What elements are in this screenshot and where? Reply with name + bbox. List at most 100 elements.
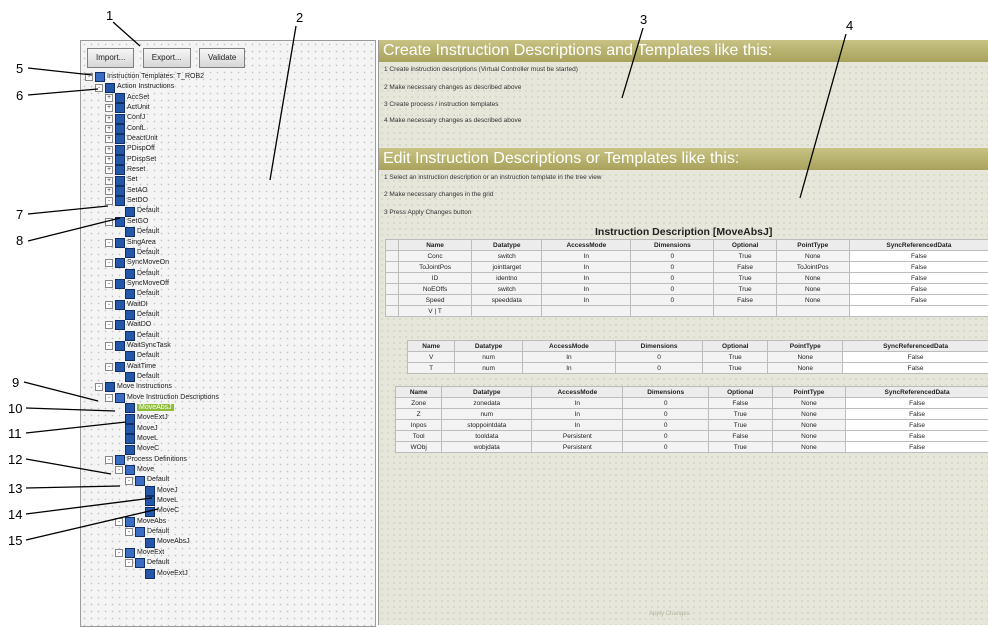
grid-column-header[interactable]: Optional <box>707 386 773 398</box>
tree-node[interactable]: - WaitDO <box>85 320 375 331</box>
expand-icon[interactable]: + <box>105 145 113 154</box>
grid-cell[interactable] <box>630 305 715 317</box>
export-button[interactable]: Export... <box>142 48 191 68</box>
tree-node[interactable]: Default <box>85 289 375 300</box>
grid-cell[interactable]: Z <box>394 408 443 420</box>
grid-cell[interactable] <box>848 305 988 317</box>
collapse-icon[interactable]: - <box>105 393 113 402</box>
tree-node[interactable]: Default <box>85 372 375 383</box>
tree-node[interactable]: - SetGO <box>85 216 375 227</box>
grid-cell[interactable]: 0 <box>630 283 715 295</box>
grid-column-header[interactable]: SyncReferencedData <box>845 386 988 398</box>
tree-node[interactable]: MoveJ <box>85 423 375 434</box>
grid-cell[interactable]: T <box>406 362 456 374</box>
grid-cell[interactable]: In <box>531 419 624 431</box>
tree-node[interactable]: MoveAbsJ <box>85 537 375 548</box>
tree-node[interactable]: + AccSet <box>85 92 375 103</box>
tree-node[interactable]: MoveL <box>85 434 375 445</box>
expand-icon[interactable]: + <box>105 155 113 164</box>
grid-cell[interactable]: True <box>702 362 769 374</box>
tree-node[interactable]: - Move <box>85 465 375 476</box>
grid-cell[interactable]: speeddata <box>471 294 543 306</box>
tree-node[interactable]: Default <box>85 248 375 259</box>
grid-cell[interactable]: In <box>541 250 632 262</box>
grid-cell[interactable]: 0 <box>630 250 715 262</box>
tree-node[interactable]: + PDispOff <box>85 144 375 155</box>
grid-cell[interactable]: zonedata <box>441 397 533 409</box>
tree-node[interactable]: + Reset <box>85 165 375 176</box>
expand-icon[interactable]: + <box>105 104 113 113</box>
grid-cell[interactable]: In <box>541 272 632 284</box>
grid-cell[interactable]: In <box>521 351 617 363</box>
grid-cell[interactable]: False <box>848 283 988 295</box>
grid-cell[interactable]: Inpos <box>394 419 443 431</box>
grid-cell[interactable]: None <box>771 430 847 442</box>
grid-row[interactable]: ID identno In 0 True None False <box>385 272 988 284</box>
collapse-icon[interactable]: - <box>95 83 103 92</box>
grid-cell[interactable]: None <box>775 250 850 262</box>
tree-node[interactable]: - Action Instructions <box>85 82 375 93</box>
tree-node[interactable]: - SingArea <box>85 237 375 248</box>
grid-cell[interactable]: None <box>775 272 850 284</box>
grid-cell[interactable]: ToJointPos <box>775 261 850 273</box>
grid-cell[interactable]: V | T <box>397 305 473 317</box>
tree-node[interactable]: - WaitTime <box>85 361 375 372</box>
grid-cell[interactable]: False <box>845 408 988 420</box>
tree-node[interactable]: Default <box>85 310 375 321</box>
grid-cell[interactable]: None <box>775 283 850 295</box>
grid-cell[interactable]: False <box>707 430 773 442</box>
grid-cell[interactable]: False <box>845 419 988 431</box>
grid-cell[interactable]: Zone <box>394 397 443 409</box>
expand-icon[interactable]: + <box>105 135 113 144</box>
grid-cell[interactable]: jointtarget <box>471 261 543 273</box>
collapse-icon[interactable]: - <box>115 548 123 557</box>
collapse-icon[interactable]: - <box>115 517 123 526</box>
grid-cell[interactable] <box>713 305 777 317</box>
collapse-icon[interactable]: - <box>105 197 113 206</box>
collapse-icon[interactable]: - <box>105 259 113 268</box>
grid-cell[interactable]: stoppointdata <box>441 419 533 431</box>
grid-cell[interactable]: True <box>713 250 777 262</box>
tree-node[interactable]: + SetAO <box>85 185 375 196</box>
tree-node[interactable]: - SyncMoveOff <box>85 279 375 290</box>
grid-column-header[interactable]: Dimensions <box>630 239 715 251</box>
grid-column-header[interactable]: PointType <box>771 386 847 398</box>
tree-node[interactable]: + Set <box>85 175 375 186</box>
grid-row[interactable]: Znum In 0 True None False <box>394 408 988 420</box>
grid-cell[interactable]: switch <box>471 250 543 262</box>
tree-node[interactable]: - Move Instruction Descriptions <box>85 392 375 403</box>
grid-row[interactable]: Conc switch In 0 True None False <box>385 250 988 262</box>
grid-cell[interactable]: True <box>713 283 777 295</box>
tree-node[interactable]: - MoveExt <box>85 547 375 558</box>
tree-node[interactable]: + ActUnit <box>85 103 375 114</box>
grid-cell[interactable] <box>775 305 850 317</box>
grid-cell[interactable]: Tool <box>394 430 443 442</box>
tree-node[interactable]: Default <box>85 227 375 238</box>
grid-row[interactable]: NoEOffs switch In 0 True None False <box>385 283 988 295</box>
tree-node[interactable]: - Default <box>85 475 375 486</box>
grid-cell[interactable]: True <box>702 351 769 363</box>
grid-cell[interactable]: In <box>531 408 624 420</box>
grid-cell[interactable]: False <box>713 261 777 273</box>
collapse-icon[interactable]: - <box>105 321 113 330</box>
grid-row[interactable]: Vnum In 0 True None False <box>406 351 988 363</box>
grid-cell[interactable]: None <box>771 397 847 409</box>
tree-node[interactable]: - WaitDI <box>85 299 375 310</box>
grid-cell[interactable]: 0 <box>614 362 704 374</box>
tree-node[interactable]: + ConfL <box>85 123 375 134</box>
grid-cell[interactable]: 0 <box>622 408 709 420</box>
grid-cell[interactable]: In <box>531 397 624 409</box>
grid-column-header[interactable]: Name <box>394 386 443 398</box>
tree-node[interactable]: MoveL <box>85 496 375 507</box>
grid-cell[interactable]: ToJointPos <box>397 261 473 273</box>
grid-cell[interactable]: None <box>771 441 847 453</box>
grid-cell[interactable]: In <box>541 294 632 306</box>
grid-cell[interactable] <box>541 305 632 317</box>
tree-node[interactable]: + DeactUnit <box>85 134 375 145</box>
grid-cell[interactable]: True <box>713 272 777 284</box>
grid-cell[interactable]: False <box>845 397 988 409</box>
grid-cell[interactable]: False <box>713 294 777 306</box>
tree-node[interactable]: - SyncMoveOn <box>85 258 375 269</box>
grid-cell[interactable]: False <box>842 362 988 374</box>
grid-row[interactable]: Tnum In 0 True None False <box>406 362 988 374</box>
